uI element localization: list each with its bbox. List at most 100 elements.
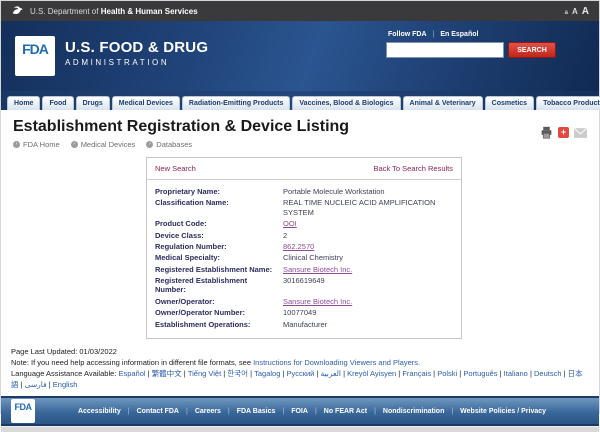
field-row: Proprietary Name:Portable Molecule Works… xyxy=(155,187,453,196)
viewers-players-link[interactable]: Instructions for Downloading Viewers and… xyxy=(253,358,420,367)
tab-radiation-emitting-products[interactable]: Radiation-Emitting Products xyxy=(182,96,291,110)
language-link[interactable]: Italiano xyxy=(504,369,528,378)
field-label: Registered Establishment Name: xyxy=(155,265,283,274)
tab-tobacco-products[interactable]: Tobacco Products xyxy=(536,96,600,110)
footer-fda-logo[interactable]: FDA xyxy=(11,399,35,423)
font-size-medium[interactable]: A xyxy=(572,7,578,16)
field-row: Owner/Operator Number:10077049 xyxy=(155,308,453,317)
page-header: Establishment Registration & Device List… xyxy=(1,110,599,151)
language-link[interactable]: Tiếng Việt xyxy=(188,369,221,378)
field-row: Product Code:OOI xyxy=(155,219,453,228)
field-value: 10077049 xyxy=(283,308,316,317)
field-value[interactable]: Sansure Biotech Inc. xyxy=(283,265,352,274)
device-listing-card: New Search Back To Search Results Propri… xyxy=(146,157,462,339)
hhs-top-bar: U.S. Department of Health & Human Servic… xyxy=(1,1,599,21)
field-label: Medical Specialty: xyxy=(155,253,283,262)
language-link[interactable]: العربية xyxy=(321,369,342,378)
breadcrumb-bullet-icon: › xyxy=(13,141,20,148)
language-link[interactable]: Русский xyxy=(287,369,315,378)
field-label: Establishment Operations: xyxy=(155,320,283,329)
language-link[interactable]: Español xyxy=(118,369,145,378)
field-label: Owner/Operator Number: xyxy=(155,308,283,317)
breadcrumb-bullet-icon: › xyxy=(71,141,78,148)
field-row: Medical Specialty:Clinical Chemistry xyxy=(155,253,453,262)
breadcrumb-item-databases[interactable]: ›Databases xyxy=(146,140,192,149)
page-action-icons: + xyxy=(540,126,587,139)
field-value: 2 xyxy=(283,231,287,240)
bottom-strip xyxy=(1,426,599,432)
back-to-search-results-link[interactable]: Back To Search Results xyxy=(374,164,453,173)
field-value: Portable Molecule Workstation xyxy=(283,187,385,196)
field-value: Manufacturer xyxy=(283,320,327,329)
field-label: Registered Establishment Number: xyxy=(155,276,283,295)
fda-logo[interactable]: FDA xyxy=(15,36,55,76)
language-link[interactable]: Português xyxy=(463,369,497,378)
font-size-small[interactable]: a xyxy=(565,10,568,16)
tab-home[interactable]: Home xyxy=(7,96,40,110)
field-value[interactable]: Sansure Biotech Inc. xyxy=(283,297,352,306)
language-link[interactable]: Polski xyxy=(437,369,457,378)
masthead-utilities: Follow FDA | En Español SEARCH xyxy=(386,31,556,58)
search-input[interactable] xyxy=(386,42,504,58)
language-assistance-line: Language Assistance Available: Español |… xyxy=(11,369,589,391)
field-row: Regulation Number:862.2570 xyxy=(155,242,453,251)
agency-name-line2: ADMINISTRATION xyxy=(65,58,208,67)
language-link[interactable]: Deutsch xyxy=(534,369,562,378)
tab-medical-devices[interactable]: Medical Devices xyxy=(112,96,180,110)
tab-vaccines-blood-biologics[interactable]: Vaccines, Blood & Biologics xyxy=(292,96,400,110)
font-size-controls[interactable]: a A A xyxy=(565,6,589,17)
language-link[interactable]: Kreyòl Ayisyen xyxy=(347,369,396,378)
font-size-large[interactable]: A xyxy=(582,6,589,17)
field-row: Owner/Operator:Sansure Biotech Inc. xyxy=(155,297,453,306)
search-button[interactable]: SEARCH xyxy=(508,42,556,58)
language-link[interactable]: Français xyxy=(402,369,431,378)
field-row: Establishment Operations:Manufacturer xyxy=(155,320,453,329)
field-label: Classification Name: xyxy=(155,198,283,217)
tab-cosmetics[interactable]: Cosmetics xyxy=(485,96,534,110)
field-label: Proprietary Name: xyxy=(155,187,283,196)
breadcrumb: ›FDA Home›Medical Devices›Databases xyxy=(13,140,587,149)
en-espanol-link[interactable]: En Español xyxy=(440,31,478,38)
agency-name-line1: U.S. FOOD & DRUG xyxy=(65,39,208,56)
field-label: Owner/Operator: xyxy=(155,297,283,306)
card-header: New Search Back To Search Results xyxy=(147,158,461,180)
breadcrumb-label: Medical Devices xyxy=(81,140,136,149)
field-value: Clinical Chemistry xyxy=(283,253,343,262)
follow-fda-link[interactable]: Follow FDA xyxy=(388,31,427,38)
language-link[interactable]: Tagalog xyxy=(254,369,280,378)
primary-nav-tabs: HomeFoodDrugsMedical DevicesRadiation-Em… xyxy=(1,91,599,110)
breadcrumb-item-fda-home[interactable]: ›FDA Home xyxy=(13,140,60,149)
fda-masthead: FDA U.S. FOOD & DRUG ADMINISTRATION Foll… xyxy=(1,21,599,91)
field-label: Product Code: xyxy=(155,219,283,228)
card-body: Proprietary Name:Portable Molecule Works… xyxy=(147,180,461,338)
language-assistance-label: Language Assistance Available: xyxy=(11,369,118,378)
header-link-separator: | xyxy=(433,31,435,38)
language-link[interactable]: 繁體中文 xyxy=(152,369,182,378)
field-row: Classification Name:REAL TIME NUCLEIC AC… xyxy=(155,198,453,217)
tab-food[interactable]: Food xyxy=(42,96,73,110)
language-link[interactable]: 한국어 xyxy=(227,369,248,378)
breadcrumb-label: FDA Home xyxy=(23,140,60,149)
tab-drugs[interactable]: Drugs xyxy=(76,96,110,110)
last-updated-text: Page Last Updated: 01/03/2022 xyxy=(11,347,589,358)
breadcrumb-label: Databases xyxy=(156,140,192,149)
hhs-eagle-icon xyxy=(11,5,24,18)
field-value: REAL TIME NUCLEIC ACID AMPLIFICATION SYS… xyxy=(283,198,453,217)
language-link[interactable]: فارسی xyxy=(25,380,47,389)
email-icon[interactable] xyxy=(574,128,587,138)
page-title: Establishment Registration & Device List… xyxy=(13,118,587,136)
breadcrumb-item-medical-devices[interactable]: ›Medical Devices xyxy=(71,140,136,149)
print-icon[interactable] xyxy=(540,126,553,139)
field-value: 3016619649 xyxy=(283,276,325,295)
field-label: Device Class: xyxy=(155,231,283,240)
page-bottom-info: Page Last Updated: 01/03/2022 Note: If y… xyxy=(1,339,599,391)
field-value[interactable]: 862.2570 xyxy=(283,242,314,251)
field-value[interactable]: OOI xyxy=(283,219,297,228)
field-label: Regulation Number: xyxy=(155,242,283,251)
agency-name: U.S. FOOD & DRUG ADMINISTRATION xyxy=(65,39,208,67)
new-search-link[interactable]: New Search xyxy=(155,164,196,173)
field-row: Registered Establishment Number:30166196… xyxy=(155,276,453,295)
share-icon[interactable]: + xyxy=(558,127,569,138)
language-link[interactable]: English xyxy=(53,380,78,389)
tab-animal-veterinary[interactable]: Animal & Veterinary xyxy=(403,96,483,110)
